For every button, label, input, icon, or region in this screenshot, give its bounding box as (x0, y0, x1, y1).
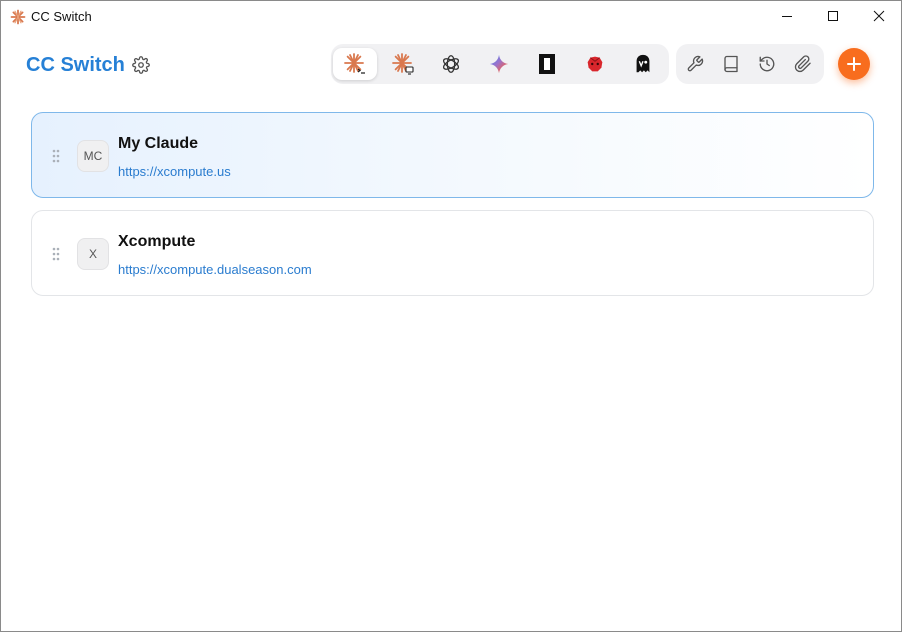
close-button[interactable] (856, 1, 902, 31)
add-provider-button[interactable] (838, 48, 870, 80)
provider-name: My Claude (118, 135, 199, 152)
provider-card[interactable]: MC My Claude https://xcompute.us (31, 112, 874, 198)
close-icon (873, 10, 885, 22)
tab-gemini[interactable] (477, 48, 521, 80)
provider-card[interactable]: X Xcompute https://xcompute.dualseason.c… (31, 210, 874, 296)
tab-opencode[interactable] (525, 48, 569, 80)
tools-group (676, 44, 824, 84)
book-button[interactable] (712, 48, 750, 80)
app-logo-icon (10, 9, 26, 25)
app-window: CC Switch CC Switch MC My Claude https:/… (0, 0, 902, 632)
provider-name: Xcompute (118, 233, 196, 250)
maximize-button[interactable] (810, 1, 856, 31)
drag-handle-icon[interactable] (52, 149, 60, 163)
provider-url[interactable]: https://xcompute.dualseason.com (118, 262, 312, 277)
wrench-icon (687, 55, 704, 72)
drag-handle-icon[interactable] (52, 247, 60, 261)
paperclip-button[interactable] (784, 48, 822, 80)
tab-codex[interactable] (429, 48, 473, 80)
avatar: X (77, 238, 109, 270)
title-bar: CC Switch (1, 1, 901, 31)
app-switcher (331, 44, 669, 84)
page-title[interactable]: CC Switch (26, 54, 125, 77)
maximize-icon (828, 11, 838, 21)
paperclip-icon (794, 55, 811, 73)
tab-ghost[interactable] (621, 48, 665, 80)
history-button[interactable] (748, 48, 786, 80)
ghost-icon (636, 54, 650, 73)
minimize-icon (782, 16, 792, 17)
red-robot-icon (587, 56, 603, 72)
claude-desktop-icon (392, 53, 414, 75)
minimize-button[interactable] (764, 1, 810, 31)
openai-icon (442, 55, 460, 73)
tab-red-robot[interactable] (573, 48, 617, 80)
wrench-button[interactable] (676, 48, 714, 80)
tab-claude-code[interactable] (333, 48, 377, 80)
history-icon (759, 56, 775, 72)
gear-icon[interactable] (132, 56, 150, 74)
tab-claude-desktop[interactable] (381, 48, 425, 80)
gemini-icon (489, 54, 509, 74)
plus-icon (847, 57, 861, 71)
claude-code-icon (344, 53, 365, 74)
opencode-icon (539, 54, 555, 74)
avatar: MC (77, 140, 109, 172)
window-title: CC Switch (31, 9, 92, 24)
book-icon (724, 55, 738, 73)
provider-url[interactable]: https://xcompute.us (118, 164, 231, 179)
